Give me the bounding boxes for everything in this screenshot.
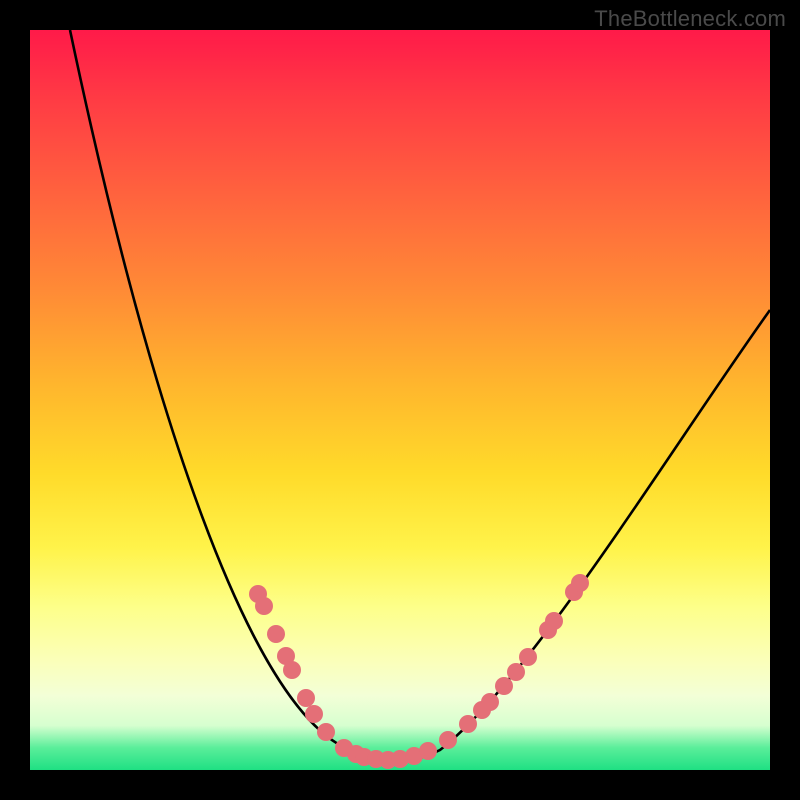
plot-area — [30, 30, 770, 770]
data-marker — [439, 731, 457, 749]
curve-svg — [30, 30, 770, 770]
data-marker — [283, 661, 301, 679]
data-marker — [507, 663, 525, 681]
data-marker — [519, 648, 537, 666]
data-marker — [545, 612, 563, 630]
data-marker — [459, 715, 477, 733]
data-marker — [297, 689, 315, 707]
data-marker — [495, 677, 513, 695]
data-marker — [317, 723, 335, 741]
chart-stage: TheBottleneck.com — [0, 0, 800, 800]
data-marker — [255, 597, 273, 615]
data-marker — [305, 705, 323, 723]
data-marker — [481, 693, 499, 711]
watermark-text: TheBottleneck.com — [594, 6, 786, 32]
data-marker — [571, 574, 589, 592]
data-marker — [419, 742, 437, 760]
bottleneck-curve — [70, 30, 770, 761]
markers-group — [249, 574, 589, 769]
data-marker — [267, 625, 285, 643]
